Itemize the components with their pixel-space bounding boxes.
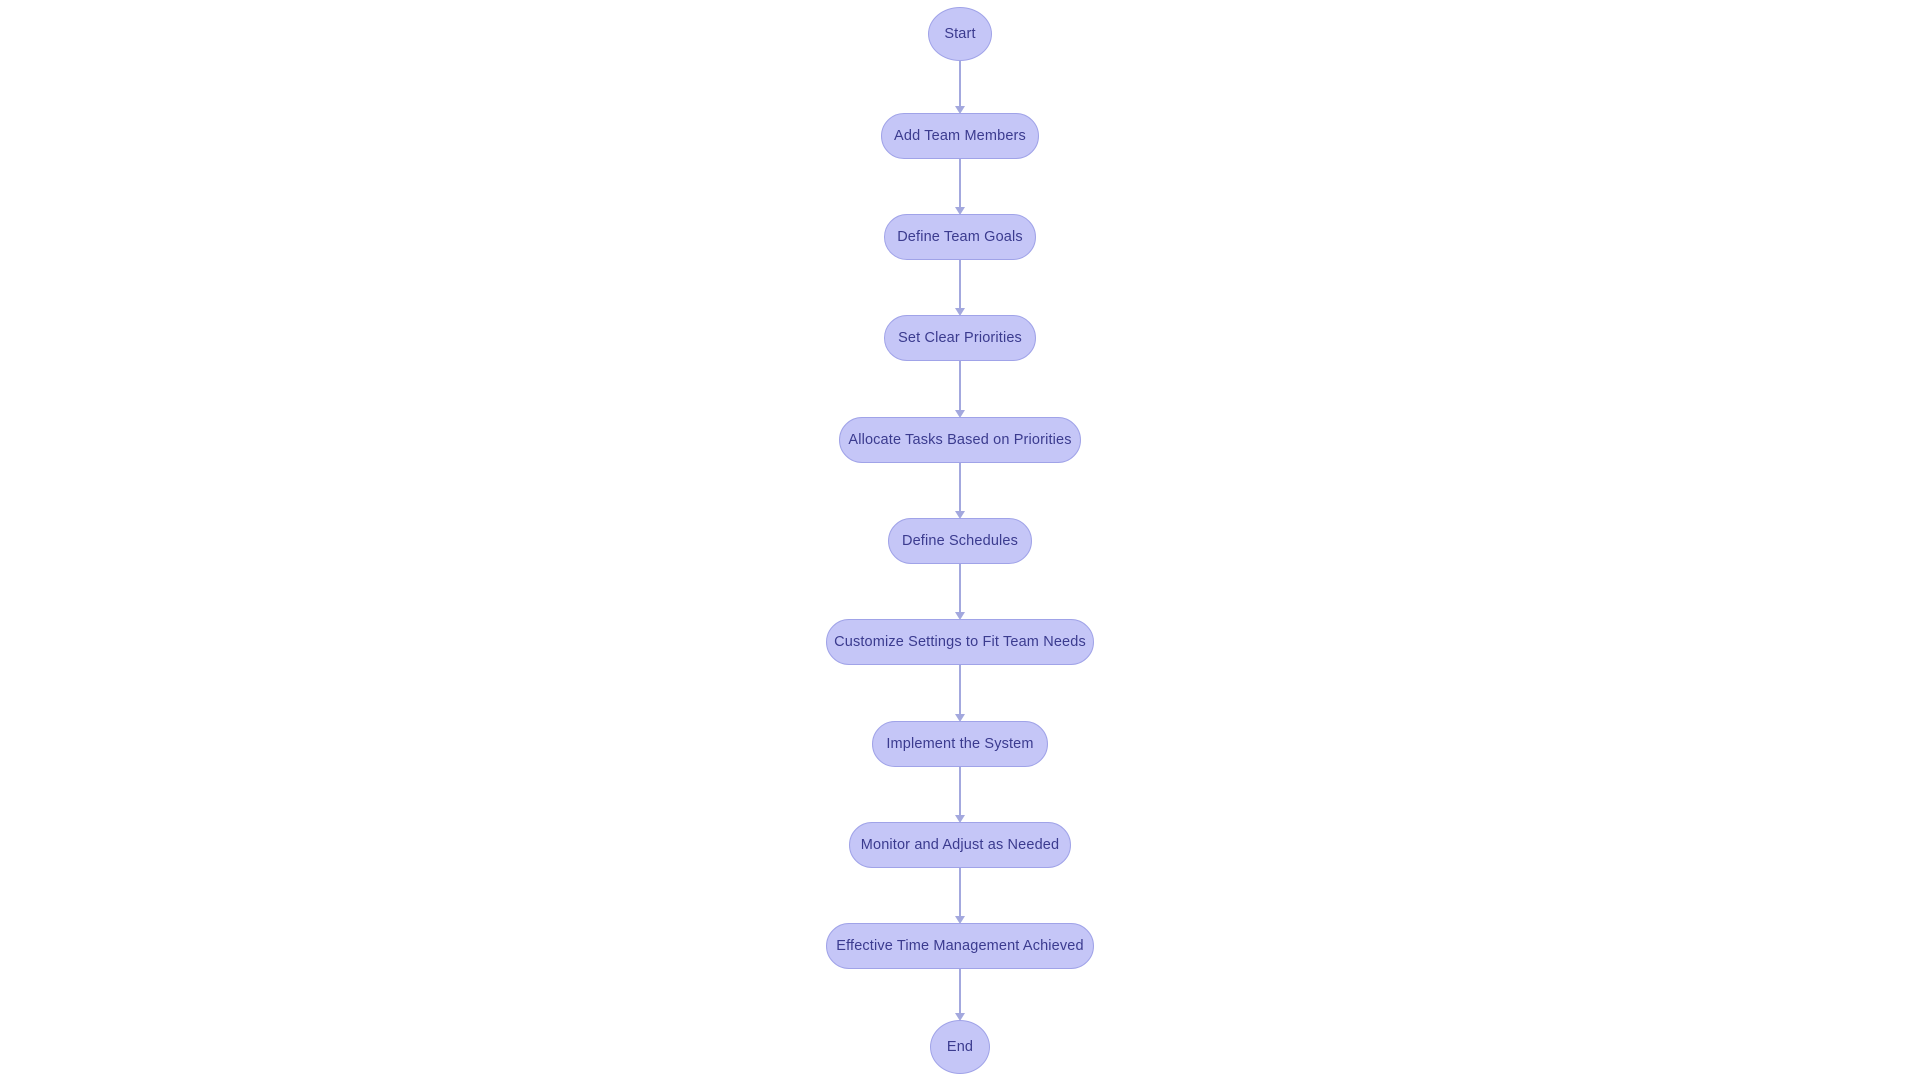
flow-node-goals[interactable]: Define Team Goals bbox=[884, 214, 1036, 260]
flow-node-label: Effective Time Management Achieved bbox=[836, 937, 1084, 954]
flowchart-page: Start Add Team Members Define Team Goals Se… bbox=[0, 0, 1920, 1080]
flow-node-label: Allocate Tasks Based on Priorities bbox=[848, 431, 1072, 448]
flow-node-label: End bbox=[946, 1038, 974, 1055]
flow-edge-line bbox=[959, 665, 961, 714]
flow-node-label: Monitor and Adjust as Needed bbox=[860, 836, 1060, 853]
flow-node-label: Start bbox=[944, 25, 976, 42]
flow-node-start[interactable]: Start bbox=[928, 7, 992, 61]
flow-node-add[interactable]: Add Team Members bbox=[881, 113, 1039, 159]
flow-node-label: Implement the System bbox=[886, 735, 1034, 752]
flow-node-allocate[interactable]: Allocate Tasks Based on Priorities bbox=[839, 417, 1081, 463]
flow-edge-line bbox=[959, 564, 961, 612]
flow-edge-line bbox=[959, 159, 961, 207]
flow-node-label: Define Schedules bbox=[901, 532, 1019, 549]
flow-node-priorities[interactable]: Set Clear Priorities bbox=[884, 315, 1036, 361]
flow-node-effective[interactable]: Effective Time Management Achieved bbox=[826, 923, 1094, 969]
flow-node-implement[interactable]: Implement the System bbox=[872, 721, 1048, 767]
flow-node-label: Set Clear Priorities bbox=[898, 329, 1022, 346]
flow-node-customize[interactable]: Customize Settings to Fit Team Needs bbox=[826, 619, 1094, 665]
flow-node-label: Add Team Members bbox=[894, 127, 1026, 144]
flow-node-end[interactable]: End bbox=[930, 1020, 990, 1074]
flow-node-label: Customize Settings to Fit Team Needs bbox=[834, 633, 1086, 650]
flow-edge-line bbox=[959, 463, 961, 511]
flow-edge-line bbox=[959, 969, 961, 1013]
flow-edge-line bbox=[959, 260, 961, 308]
flow-node-monitor[interactable]: Monitor and Adjust as Needed bbox=[849, 822, 1071, 868]
flow-node-schedules[interactable]: Define Schedules bbox=[888, 518, 1032, 564]
flow-edge-line bbox=[959, 361, 961, 410]
flow-edge-line bbox=[959, 61, 961, 106]
flow-edge-line bbox=[959, 868, 961, 916]
flow-edge-line bbox=[959, 767, 961, 815]
flowchart-diagram: Start Add Team Members Define Team Goals Se… bbox=[0, 0, 1920, 1080]
flow-node-label: Define Team Goals bbox=[897, 228, 1023, 245]
